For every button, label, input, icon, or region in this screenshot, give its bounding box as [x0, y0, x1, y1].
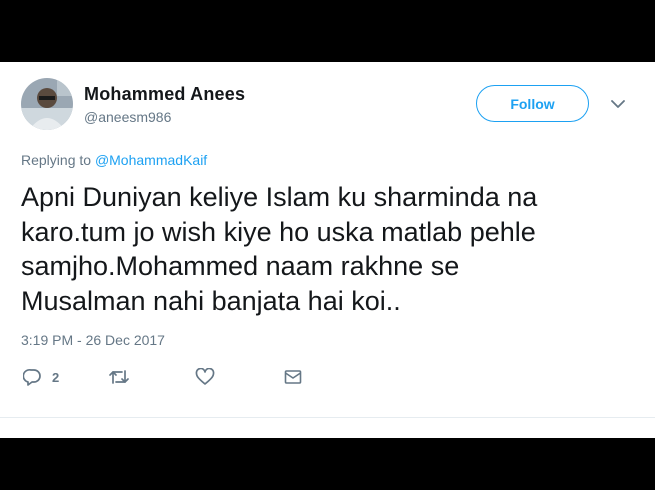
tweet-timestamp[interactable]: 3:19 PM - 26 Dec 2017 [21, 332, 165, 348]
reply-mention-link[interactable]: @MohammadKaif [95, 152, 207, 168]
replying-prefix: Replying to [21, 152, 92, 168]
tweet-text-line: Apni Duniyan keliye Islam ku sharminda n… [21, 182, 538, 212]
author-name[interactable]: Mohammed Anees [84, 84, 245, 105]
retweet-button[interactable] [108, 366, 130, 388]
tweet-card: Mohammed Anees @aneesm986 Follow Replyin… [0, 62, 655, 438]
reply-button[interactable]: 2 [23, 366, 59, 388]
tweet-text-line: Musalman nahi banjata hai koi.. [21, 285, 401, 316]
replying-to: Replying to @MohammadKaif [21, 152, 207, 168]
direct-message-button[interactable] [284, 366, 302, 388]
tweet-text-line: karo.tum jo wish kiye ho uska matlab peh… [21, 216, 536, 247]
more-options-button[interactable] [609, 95, 627, 113]
chevron-down-icon [611, 99, 625, 108]
like-button[interactable] [195, 366, 215, 388]
tweet-text: Apni Duniyan keliye Islam ku sharminda n… [21, 180, 621, 318]
reply-count: 2 [52, 369, 60, 385]
tweet-text-line: samjho.Mohammed naam rakhne se [21, 251, 460, 281]
heart-icon [195, 368, 215, 385]
envelope-icon [284, 370, 302, 384]
divider [0, 417, 655, 418]
author-handle[interactable]: @aneesm986 [84, 109, 171, 125]
follow-button[interactable]: Follow [476, 85, 589, 122]
reply-icon [23, 368, 41, 386]
avatar[interactable] [21, 78, 73, 130]
avatar-photo [21, 78, 73, 130]
retweet-icon [109, 370, 129, 384]
tweet-actions: 2 [0, 362, 655, 392]
